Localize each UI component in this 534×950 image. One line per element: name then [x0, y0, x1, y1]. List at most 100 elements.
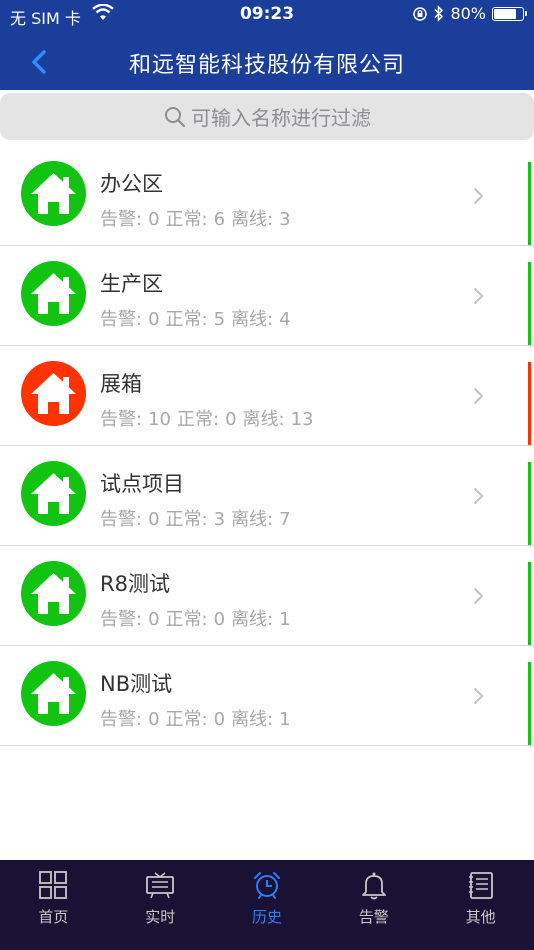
status-bar: 无 SIM 卡 09:23 80%	[0, 0, 534, 30]
offline-label: 离线:	[231, 309, 274, 330]
tab-alarm[interactable]: 告警	[320, 860, 427, 950]
tab-other[interactable]: 其他	[427, 860, 534, 950]
item-stats: 告警: 0 正常: 3 离线: 7	[100, 505, 297, 531]
offline-count: 4	[279, 309, 291, 330]
search-input[interactable]: 可输入名称进行过滤	[0, 93, 534, 140]
item-name: 办公区	[100, 172, 163, 196]
normal-label: 正常:	[176, 409, 220, 430]
home-icon	[21, 361, 86, 426]
battery-icon	[492, 6, 527, 21]
chevron-right-icon	[474, 588, 483, 604]
chevron-right-icon	[474, 288, 483, 304]
alarm-label: 告警:	[100, 509, 143, 530]
tab-realtime[interactable]: 实时	[107, 860, 214, 950]
alarm-count: 10	[148, 409, 171, 430]
search-container: 可输入名称进行过滤	[0, 90, 534, 144]
home-icon	[21, 661, 86, 726]
bluetooth-icon	[434, 5, 444, 22]
list-item[interactable]: 办公区告警: 0 正常: 6 离线: 3	[0, 146, 534, 246]
alarm-label: 告警:	[100, 409, 143, 430]
search-icon	[165, 106, 186, 127]
alarm-count: 0	[148, 309, 160, 330]
list-item[interactable]: 试点项目告警: 0 正常: 3 离线: 7	[0, 446, 534, 546]
normal-count: 3	[213, 509, 226, 530]
rotation-lock-icon	[413, 6, 428, 21]
status-indicator	[528, 462, 531, 545]
tab-label: 首页	[38, 908, 69, 926]
normal-count: 0	[225, 409, 237, 430]
status-indicator	[528, 562, 531, 645]
nav-bar: 和远智能科技股份有限公司	[0, 30, 534, 90]
offline-label: 离线:	[231, 709, 274, 730]
chevron-right-icon	[474, 188, 483, 204]
offline-label: 离线:	[242, 409, 285, 430]
status-indicator	[528, 262, 531, 345]
offline-count: 13	[290, 409, 314, 430]
offline-count: 1	[279, 609, 291, 630]
home-icon	[21, 161, 86, 226]
page-title: 和远智能科技股份有限公司	[128, 53, 405, 78]
status-indicator	[528, 362, 531, 445]
item-name: NB测试	[100, 672, 173, 696]
alarm-count: 0	[148, 609, 160, 630]
item-stats: 告警: 10 正常: 0 离线: 13	[100, 405, 320, 431]
normal-count: 0	[213, 609, 226, 630]
item-stats: 告警: 0 正常: 6 离线: 3	[100, 205, 297, 231]
normal-count: 6	[213, 209, 226, 230]
chevron-right-icon	[474, 688, 483, 704]
chevron-right-icon	[474, 488, 483, 504]
status-indicator	[528, 162, 531, 245]
grid-icon	[39, 871, 68, 899]
alarm-label: 告警:	[100, 709, 143, 730]
tab-label: 历史	[251, 908, 282, 926]
alarm-count: 0	[148, 209, 160, 230]
tab-home[interactable]: 首页	[0, 860, 107, 950]
tab-label: 告警	[358, 908, 389, 926]
offline-count: 3	[279, 209, 291, 230]
normal-count: 5	[213, 309, 226, 330]
item-name: 生产区	[100, 272, 163, 296]
item-stats: 告警: 0 正常: 0 离线: 1	[100, 705, 297, 731]
offline-label: 离线:	[231, 609, 274, 630]
area-list: 办公区 告警: 0 正常: 6 离线: 3 生产区 告警: 0 正常: 5 离线: 4 展箱 告警: 10 正常:…	[0, 146, 534, 746]
item-name: 展箱	[100, 372, 142, 396]
offline-count: 1	[279, 709, 291, 730]
tab-bar: 首页 实时 历史 告警 其他	[0, 860, 534, 950]
list-item[interactable]: 展箱告警: 10 正常: 0 离线: 13	[0, 346, 534, 446]
alarm-count: 0	[148, 709, 160, 730]
item-name: 试点项目	[100, 472, 184, 496]
list-item[interactable]: R8测试 告警: 0 正常: 0 离线: 1	[0, 546, 534, 646]
offline-count: 7	[279, 509, 291, 530]
status-indicator	[528, 662, 531, 745]
home-icon	[21, 261, 86, 326]
normal-label: 正常:	[165, 709, 208, 730]
list-item[interactable]: NB测试 告警: 0 正常: 0 离线: 1	[0, 646, 534, 746]
item-stats: 告警: 0 正常: 0 离线: 1	[100, 605, 297, 631]
alarm-label: 告警:	[100, 309, 143, 330]
alarm-clock-icon	[253, 872, 280, 899]
battery-percent: 80%	[450, 4, 486, 23]
offline-label: 离线:	[231, 209, 274, 230]
bell-icon	[361, 872, 386, 900]
tab-history[interactable]: 历史	[214, 860, 321, 950]
alarm-count: 0	[148, 509, 160, 530]
chevron-right-icon	[474, 388, 483, 404]
notebook-icon	[468, 872, 493, 899]
home-icon	[21, 461, 86, 526]
normal-label: 正常:	[165, 609, 208, 630]
normal-label: 正常:	[165, 209, 208, 230]
normal-count: 0	[213, 709, 226, 730]
normal-label: 正常:	[165, 309, 208, 330]
home-icon	[21, 561, 86, 626]
alarm-label: 告警:	[100, 209, 143, 230]
tab-label: 其他	[465, 908, 496, 926]
item-stats: 告警: 0 正常: 5 离线: 4	[100, 305, 297, 331]
monitor-icon	[146, 872, 175, 899]
normal-label: 正常:	[165, 509, 208, 530]
list-item[interactable]: 生产区告警: 0 正常: 5 离线: 4	[0, 246, 534, 346]
tab-label: 实时	[145, 908, 176, 926]
item-name: R8测试	[100, 572, 170, 596]
alarm-label: 告警:	[100, 609, 143, 630]
search-placeholder: 可输入名称进行过滤	[191, 106, 371, 130]
offline-label: 离线:	[231, 509, 274, 530]
